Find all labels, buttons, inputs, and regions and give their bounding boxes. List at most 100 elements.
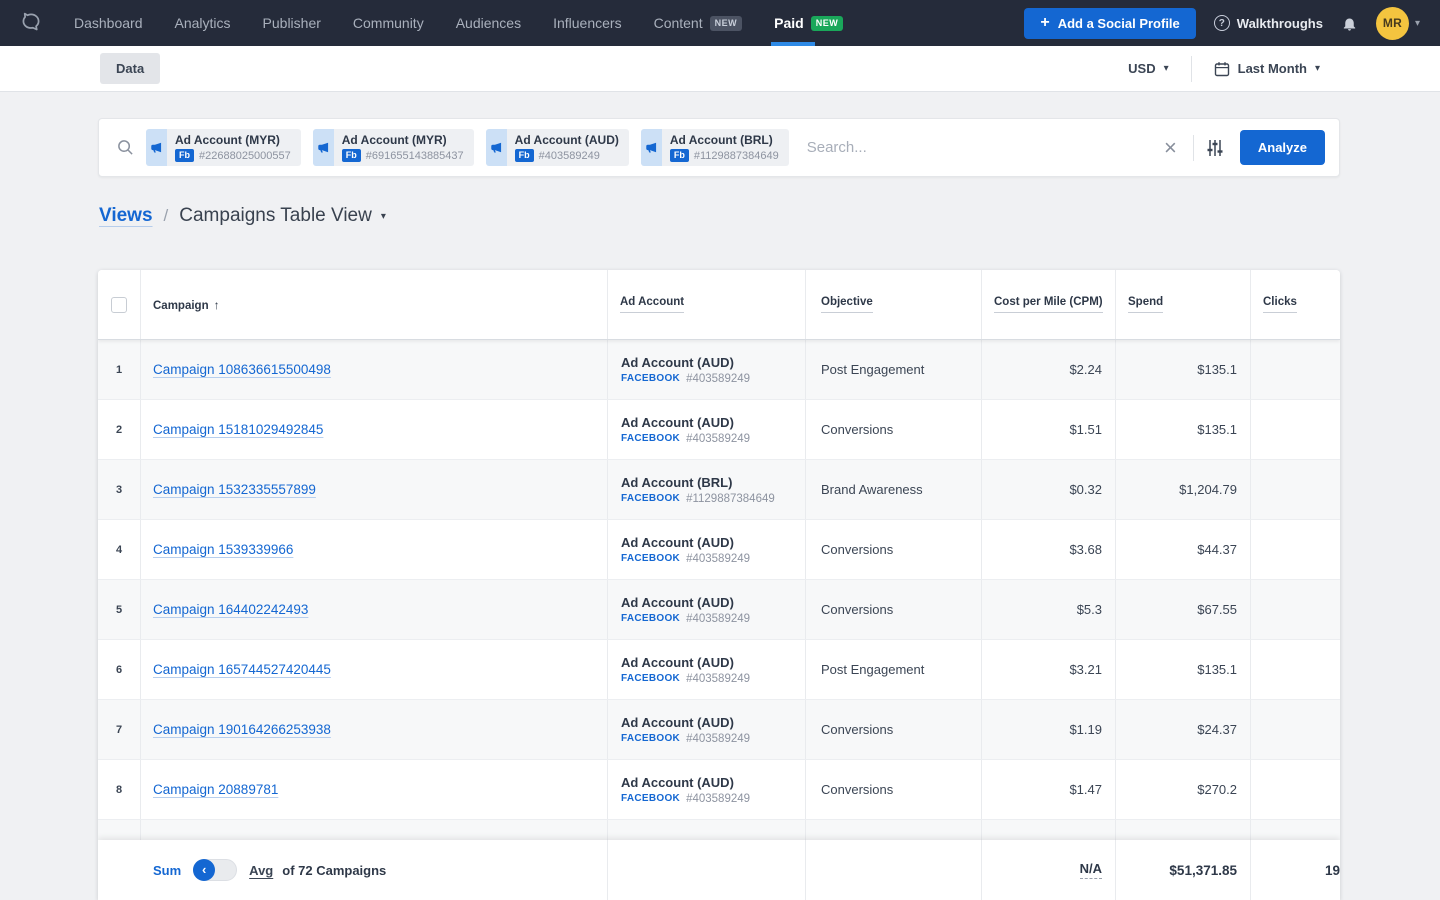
campaign-link[interactable]: Campaign 20889781: [153, 782, 278, 797]
clicks-cell: [1250, 520, 1340, 579]
cpm-value: $5.3: [1077, 602, 1102, 617]
chip-account-id: #22688025000557: [199, 150, 291, 162]
search-icon: [117, 139, 134, 156]
cpm-value: $1.19: [1069, 722, 1102, 737]
network-label: FACEBOOK: [621, 553, 680, 564]
ad-account-id: #403589249: [686, 733, 750, 745]
walkthroughs-button[interactable]: ? Walkthroughs: [1214, 15, 1323, 31]
caret-down-icon: ▾: [381, 211, 386, 222]
chip-account-name: Ad Account (AUD): [515, 133, 619, 147]
column-header-clicks[interactable]: Clicks: [1263, 296, 1297, 313]
table-body: 1 Campaign 108636615500498 Ad Account (A…: [98, 340, 1340, 880]
breadcrumb-separator: /: [164, 206, 169, 226]
ad-account-name: Ad Account (BRL): [621, 475, 732, 490]
nav-item[interactable]: Publisher: [247, 0, 337, 46]
ad-account-chip[interactable]: Ad Account (BRL) Fb #1129887384649: [641, 129, 789, 166]
ad-account-id: #403589249: [686, 433, 750, 445]
objective-value: Conversions: [821, 782, 893, 797]
ad-account-id: #403589249: [686, 673, 750, 685]
ad-account-id: #1129887384649: [686, 493, 775, 505]
user-menu[interactable]: MR ▾: [1376, 7, 1420, 40]
facebook-badge: Fb: [515, 149, 534, 162]
chevron-down-icon: ▾: [1315, 63, 1320, 74]
table-row: 6 Campaign 165744527420445 Ad Account (A…: [98, 640, 1340, 700]
ad-account-name: Ad Account (AUD): [621, 715, 734, 730]
clear-filters-icon[interactable]: ×: [1160, 137, 1181, 159]
ad-account-id: #403589249: [686, 793, 750, 805]
ad-account-chip[interactable]: Ad Account (AUD) Fb #403589249: [486, 129, 629, 166]
breadcrumb-views-link[interactable]: Views: [99, 205, 153, 227]
view-selector[interactable]: Campaigns Table View ▾: [179, 205, 386, 227]
tab-data[interactable]: Data: [100, 53, 160, 84]
clicks-cell: [1250, 340, 1340, 399]
ad-account-name: Ad Account (AUD): [621, 595, 734, 610]
main-content: Ad Account (MYR) Fb #22688025000557 Ad A…: [0, 92, 1440, 900]
campaign-link[interactable]: Campaign 164402242493: [153, 602, 308, 617]
row-number: 3: [116, 484, 122, 496]
clicks-cell: [1250, 760, 1340, 819]
cpm-value: $0.32: [1069, 482, 1102, 497]
clicks-cell: [1250, 580, 1340, 639]
ad-account-id: #403589249: [686, 553, 750, 565]
sum-avg-toggle[interactable]: ‹: [193, 859, 237, 881]
ad-account-id: #403589249: [686, 373, 750, 385]
column-header-cpm[interactable]: Cost per Mile (CPM): [994, 296, 1103, 313]
table-row: 7 Campaign 190164266253938 Ad Account (A…: [98, 700, 1340, 760]
campaign-link[interactable]: Campaign 108636615500498: [153, 362, 331, 377]
avg-label[interactable]: Avg: [249, 863, 273, 878]
network-label: FACEBOOK: [621, 673, 680, 684]
select-all-checkbox[interactable]: [111, 297, 127, 313]
nav-item[interactable]: Community: [337, 0, 440, 46]
chevron-down-icon: ▾: [1164, 63, 1169, 74]
nav-item[interactable]: Content NEW: [638, 0, 759, 46]
table-row: 1 Campaign 108636615500498 Ad Account (A…: [98, 340, 1340, 400]
objective-value: Post Engagement: [821, 362, 924, 377]
current-view-title: Campaigns Table View: [179, 205, 372, 227]
nav-item[interactable]: Audiences: [440, 0, 537, 46]
row-number: 1: [116, 364, 122, 376]
campaign-link[interactable]: Campaign 1532335557899: [153, 482, 316, 497]
cpm-value: $3.68: [1069, 542, 1102, 557]
ad-account-chip[interactable]: Ad Account (MYR) Fb #22688025000557: [146, 129, 301, 166]
objective-value: Post Engagement: [821, 662, 924, 677]
campaign-count-label: of 72 Campaigns: [282, 863, 386, 878]
top-nav: Dashboard Analytics Publisher Community …: [0, 0, 1440, 46]
campaign-link[interactable]: Campaign 190164266253938: [153, 722, 331, 737]
column-header-spend[interactable]: Spend: [1128, 296, 1163, 313]
nav-item[interactable]: Analytics: [159, 0, 247, 46]
spend-value: $135.1: [1197, 662, 1237, 677]
filter-settings-icon[interactable]: [1206, 139, 1224, 157]
network-label: FACEBOOK: [621, 793, 680, 804]
add-social-profile-button[interactable]: + Add a Social Profile: [1024, 8, 1195, 39]
primary-nav: Dashboard Analytics Publisher Community …: [58, 0, 859, 46]
ad-account-name: Ad Account (AUD): [621, 415, 734, 430]
clicks-cell: [1250, 460, 1340, 519]
nav-item[interactable]: Dashboard: [58, 0, 159, 46]
ad-account-chip[interactable]: Ad Account (MYR) Fb #691655143885437: [313, 129, 474, 166]
notifications-bell-icon[interactable]: [1341, 15, 1358, 32]
column-header-objective[interactable]: Objective: [821, 296, 873, 313]
spend-value: $24.37: [1197, 722, 1237, 737]
cpm-value: $1.47: [1069, 782, 1102, 797]
campaign-link[interactable]: Campaign 165744527420445: [153, 662, 331, 677]
search-input[interactable]: [807, 139, 1160, 156]
column-header-campaign[interactable]: Campaign↑: [153, 298, 220, 312]
analyze-button[interactable]: Analyze: [1240, 130, 1325, 165]
sum-label[interactable]: Sum: [153, 863, 181, 878]
app-logo-icon[interactable]: [18, 10, 44, 36]
cpm-value: $3.21: [1069, 662, 1102, 677]
table-row: 2 Campaign 15181029492845 Ad Account (AU…: [98, 400, 1340, 460]
currency-select[interactable]: USD ▾: [1128, 61, 1168, 76]
currency-value: USD: [1128, 61, 1155, 76]
table-row: 5 Campaign 164402242493 Ad Account (AUD)…: [98, 580, 1340, 640]
row-number: 5: [116, 604, 122, 616]
date-range-select[interactable]: Last Month ▾: [1214, 61, 1320, 77]
nav-item[interactable]: Influencers: [537, 0, 637, 46]
column-header-ad-account[interactable]: Ad Account: [620, 296, 684, 313]
campaign-link[interactable]: Campaign 15181029492845: [153, 422, 323, 437]
row-number: 2: [116, 424, 122, 436]
objective-value: Conversions: [821, 542, 893, 557]
nav-item[interactable]: Paid NEW: [758, 0, 859, 46]
chip-account-id: #403589249: [539, 150, 600, 162]
campaign-link[interactable]: Campaign 1539339966: [153, 542, 293, 557]
